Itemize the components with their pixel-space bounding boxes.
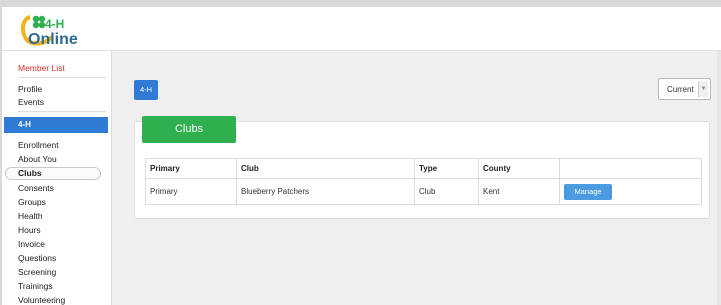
status-select[interactable]: Current ▼ bbox=[658, 78, 711, 100]
table-header-row: Primary Club Type County bbox=[145, 158, 702, 179]
sidebar: Member List Profile Events 4-H Enrollmen… bbox=[2, 51, 112, 305]
sidebar-item-clubs[interactable]: Clubs bbox=[5, 167, 101, 180]
sidebar-section-4h[interactable]: 4-H bbox=[4, 117, 108, 133]
profile-link[interactable]: Profile bbox=[18, 84, 42, 94]
sidebar-item-groups[interactable]: Groups bbox=[18, 197, 46, 207]
cell-club: Blueberry Patchers bbox=[236, 178, 415, 205]
manage-button[interactable]: Manage bbox=[564, 183, 612, 200]
column-header-county: County bbox=[478, 158, 560, 179]
sidebar-item-enrollment[interactable]: Enrollment bbox=[18, 140, 59, 150]
sidebar-item-health[interactable]: Health bbox=[18, 211, 43, 221]
member-list-link[interactable]: Member List bbox=[18, 63, 65, 73]
cell-type: Club bbox=[414, 178, 479, 205]
sidebar-item-about-you[interactable]: About You bbox=[18, 154, 57, 164]
top-bar: 4-H Online bbox=[2, 7, 721, 51]
sidebar-item-screening[interactable]: Screening bbox=[18, 267, 56, 277]
chevron-down-icon: ▼ bbox=[698, 81, 708, 97]
sidebar-item-consents[interactable]: Consents bbox=[18, 183, 54, 193]
scrollbar-track[interactable] bbox=[717, 51, 721, 305]
column-header-type: Type bbox=[414, 158, 479, 179]
table-row: Primary Blueberry Patchers Club Kent Man… bbox=[145, 178, 702, 205]
program-4h-button[interactable]: 4-H bbox=[134, 80, 158, 100]
clubs-table: Primary Club Type County Primary Blueber… bbox=[145, 158, 702, 205]
sidebar-item-invoice[interactable]: Invoice bbox=[18, 239, 45, 249]
sidebar-divider bbox=[18, 111, 106, 112]
cell-primary: Primary bbox=[145, 178, 237, 205]
column-header-club: Club bbox=[236, 158, 415, 179]
sidebar-item-trainings[interactable]: Trainings bbox=[18, 281, 53, 291]
clubs-title-button[interactable]: Clubs bbox=[142, 116, 236, 143]
logo-mark: 4-H bbox=[45, 17, 64, 31]
cell-county: Kent bbox=[478, 178, 560, 205]
logo-text: Online bbox=[28, 31, 78, 48]
sidebar-item-questions[interactable]: Questions bbox=[18, 253, 56, 263]
4h-online-logo[interactable]: 4-H Online bbox=[16, 11, 96, 49]
status-select-value: Current bbox=[667, 85, 694, 94]
sidebar-item-volunteering[interactable]: Volunteering bbox=[18, 295, 65, 305]
sidebar-item-hours[interactable]: Hours bbox=[18, 225, 41, 235]
column-header-primary: Primary bbox=[145, 158, 237, 179]
sidebar-divider bbox=[18, 77, 106, 78]
cell-action: Manage bbox=[559, 178, 702, 205]
column-header-action bbox=[559, 158, 702, 179]
clubs-card: Clubs Primary Club Type County Primary B… bbox=[134, 116, 710, 219]
events-link[interactable]: Events bbox=[18, 97, 44, 107]
